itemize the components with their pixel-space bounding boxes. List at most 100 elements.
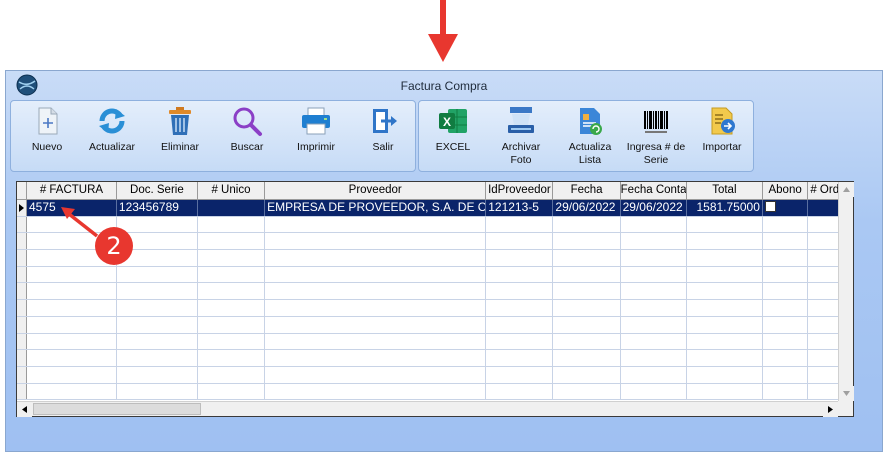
row-selector[interactable] (17, 366, 27, 383)
grid-cell[interactable] (198, 216, 266, 233)
grid-cell[interactable] (687, 383, 763, 400)
excel-button[interactable]: X EXCEL (429, 105, 477, 169)
row-selector[interactable] (17, 283, 27, 300)
grid-cell[interactable] (687, 350, 763, 366)
grid-cell[interactable] (808, 384, 838, 400)
update-list-button[interactable]: Actualiza Lista (565, 105, 615, 169)
scroll-up-button[interactable] (839, 182, 854, 197)
new-button[interactable]: Nuevo (25, 105, 69, 169)
column-header-total[interactable]: Total (687, 182, 763, 199)
row-selector[interactable] (17, 316, 27, 333)
grid-cell[interactable] (763, 250, 809, 266)
grid-cell[interactable] (553, 266, 621, 283)
row-selector[interactable] (17, 300, 27, 316)
column-header-doc-serie[interactable]: Doc. Serie (117, 182, 198, 199)
cell-fecha-conta[interactable]: 29/06/2022 (621, 200, 687, 216)
delete-button[interactable]: Eliminar (157, 105, 203, 169)
grid-cell[interactable] (763, 216, 809, 233)
grid-cell[interactable] (198, 266, 266, 283)
column-header-abono[interactable]: Abono (763, 182, 809, 199)
table-row[interactable] (17, 300, 838, 317)
enter-serial-button[interactable]: Ingresa # de Serie (621, 105, 691, 169)
grid-cell[interactable] (763, 316, 809, 333)
grid-cell[interactable] (198, 283, 266, 300)
grid-cell[interactable] (808, 267, 838, 283)
row-selector[interactable] (17, 350, 27, 366)
refresh-button[interactable]: Actualizar (85, 105, 139, 169)
row-selector[interactable] (17, 250, 27, 266)
cell-orden[interactable] (808, 200, 838, 216)
grid-cell[interactable] (117, 300, 198, 316)
grid-cell[interactable] (687, 250, 763, 266)
row-selector[interactable] (17, 333, 27, 350)
grid-cell[interactable] (486, 383, 554, 400)
grid-cell[interactable] (27, 383, 117, 400)
grid-cell[interactable] (265, 283, 487, 300)
grid-cell[interactable] (27, 283, 117, 300)
grid-cell[interactable] (486, 316, 554, 333)
grid-cell[interactable] (27, 300, 117, 316)
grid-cell[interactable] (763, 283, 809, 300)
scroll-left-button[interactable] (17, 402, 32, 417)
table-row[interactable] (17, 333, 838, 351)
cell-total[interactable]: 1581.75000 (687, 200, 763, 216)
grid-cell[interactable] (763, 233, 809, 250)
horizontal-scrollbar[interactable] (17, 401, 838, 417)
cell-unico[interactable] (198, 200, 266, 216)
grid-cell[interactable] (808, 317, 838, 333)
scroll-right-button[interactable] (823, 402, 838, 417)
exit-button[interactable]: Salir (361, 105, 405, 169)
table-row[interactable] (17, 350, 838, 367)
grid-cell[interactable] (621, 250, 687, 266)
grid-cell[interactable] (687, 216, 763, 233)
grid-cell[interactable] (27, 266, 117, 283)
grid-cell[interactable] (687, 366, 763, 383)
grid-cell[interactable] (198, 350, 266, 366)
column-header-factura[interactable]: # FACTURA (27, 182, 117, 199)
table-row[interactable]: 4575 123456789 EMPRESA DE PROVEEDOR, S.A… (17, 200, 838, 217)
grid-cell[interactable] (763, 300, 809, 316)
print-button[interactable]: Imprimir (291, 105, 341, 169)
grid-cell[interactable] (486, 283, 554, 300)
table-row[interactable] (17, 266, 838, 284)
grid-cell[interactable] (265, 233, 487, 250)
grid-cell[interactable] (265, 266, 487, 283)
grid-cell[interactable] (265, 300, 487, 316)
import-button[interactable]: Importar (697, 105, 747, 169)
grid-cell[interactable] (117, 266, 198, 283)
grid-cell[interactable] (27, 316, 117, 333)
column-header-fecha-conta[interactable]: Fecha Conta (621, 182, 687, 199)
grid-cell[interactable] (486, 333, 554, 350)
grid-cell[interactable] (486, 300, 554, 316)
grid-cell[interactable] (553, 300, 621, 316)
table-row[interactable] (17, 366, 838, 384)
grid-cell[interactable] (687, 233, 763, 250)
grid-cell[interactable] (265, 350, 487, 366)
horizontal-scroll-thumb[interactable] (33, 403, 201, 415)
grid-cell[interactable] (808, 250, 838, 266)
grid-cell[interactable] (621, 333, 687, 350)
row-selector[interactable] (17, 200, 27, 216)
grid-cell[interactable] (265, 383, 487, 400)
grid-cell[interactable] (763, 366, 809, 383)
cell-idproveedor[interactable]: 121213-5 (486, 200, 554, 216)
grid-cell[interactable] (553, 316, 621, 333)
grid-cell[interactable] (687, 283, 763, 300)
row-selector[interactable] (17, 383, 27, 400)
grid-cell[interactable] (486, 350, 554, 366)
grid-cell[interactable] (553, 333, 621, 350)
grid-cell[interactable] (198, 316, 266, 333)
grid-cell[interactable] (621, 366, 687, 383)
column-header-idproveedor[interactable]: IdProveedor (486, 182, 554, 199)
table-row[interactable] (17, 283, 838, 301)
grid-cell[interactable] (553, 283, 621, 300)
grid-cell[interactable] (687, 316, 763, 333)
grid-cell[interactable] (198, 233, 266, 250)
grid-cell[interactable] (553, 250, 621, 266)
cell-fecha[interactable]: 29/06/2022 (553, 200, 621, 216)
grid-cell[interactable] (808, 233, 838, 249)
grid-cell[interactable] (486, 250, 554, 266)
grid-cell[interactable] (763, 333, 809, 350)
grid-cell[interactable] (621, 300, 687, 316)
grid-cell[interactable] (486, 233, 554, 250)
